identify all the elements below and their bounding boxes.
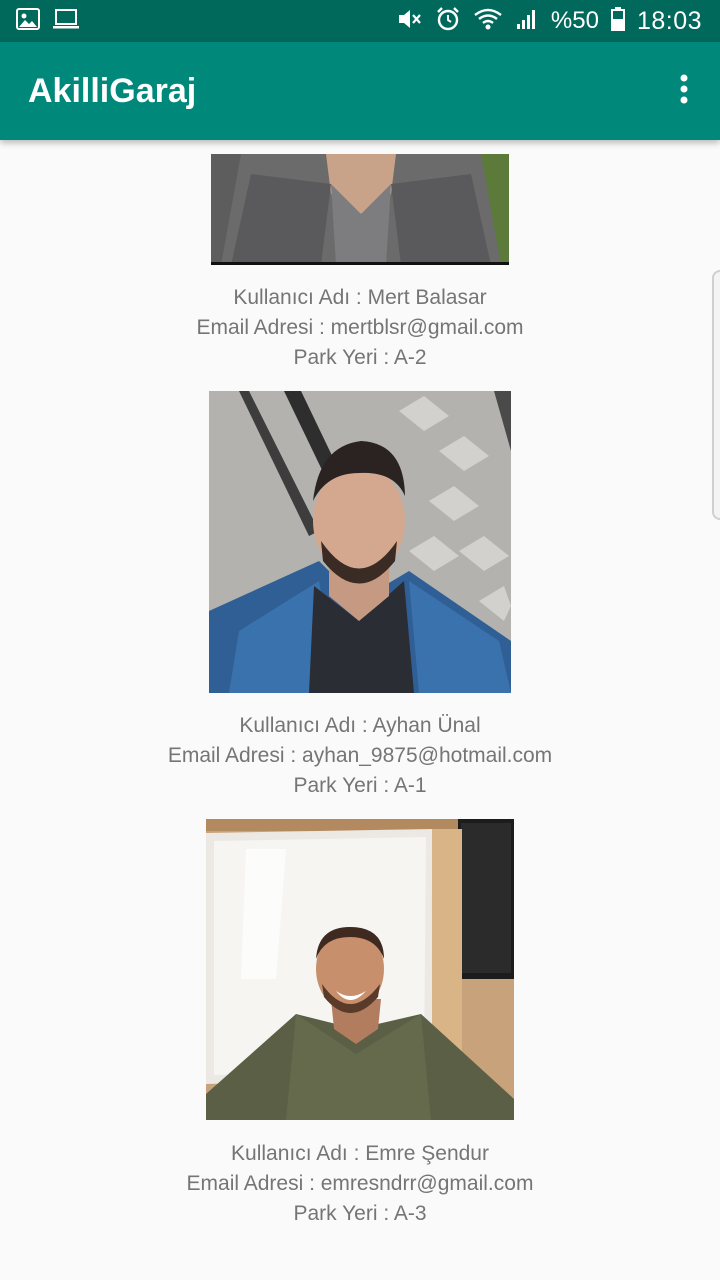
user-info: Kullanıcı Adı : Mert Balasar Email Adres… (0, 283, 720, 373)
battery-icon (610, 6, 625, 36)
park-spot-text: Park Yeri : A-2 (293, 346, 427, 369)
user-photo (206, 819, 514, 1120)
signal-icon (515, 7, 539, 36)
username-text: Kullanıcı Adı : Emre Şendur (231, 1142, 489, 1165)
clock: 18:03 (636, 6, 702, 35)
app-title: AkilliGaraj (28, 71, 197, 110)
alarm-icon (435, 6, 461, 37)
user-list[interactable]: Kullanıcı Adı : Mert Balasar Email Adres… (0, 140, 720, 1280)
edge-panel-handle[interactable] (712, 270, 720, 520)
email-text: Email Adresi : mertblsr@gmail.com (196, 316, 524, 339)
username-text: Kullanıcı Adı : Ayhan Ünal (239, 714, 481, 737)
wifi-icon (473, 7, 503, 36)
username-text: Kullanıcı Adı : Mert Balasar (233, 286, 487, 309)
gallery-icon (16, 7, 40, 35)
email-text: Email Adresi : ayhan_9875@hotmail.com (167, 744, 553, 767)
user-info: Kullanıcı Adı : Emre Şendur Email Adresi… (0, 1139, 720, 1229)
user-photo (209, 391, 511, 693)
email-text: Email Adresi : emresndrr@gmail.com (186, 1172, 534, 1195)
battery-percent: %50 (550, 7, 599, 34)
status-bar: %50 18:03 (0, 0, 720, 42)
overflow-menu-button[interactable] (672, 71, 696, 111)
overflow-menu-icon (679, 74, 689, 109)
park-spot-text: Park Yeri : A-3 (293, 1202, 427, 1225)
status-right: %50 18:03 (397, 6, 702, 37)
user-info: Kullanıcı Adı : Ayhan Ünal Email Adresi … (0, 711, 720, 801)
laptop-icon (52, 8, 80, 35)
app-bar: AkilliGaraj (0, 42, 720, 140)
mute-icon (397, 7, 423, 36)
user-photo (211, 154, 509, 265)
status-left (16, 7, 80, 35)
park-spot-text: Park Yeri : A-1 (293, 774, 427, 797)
